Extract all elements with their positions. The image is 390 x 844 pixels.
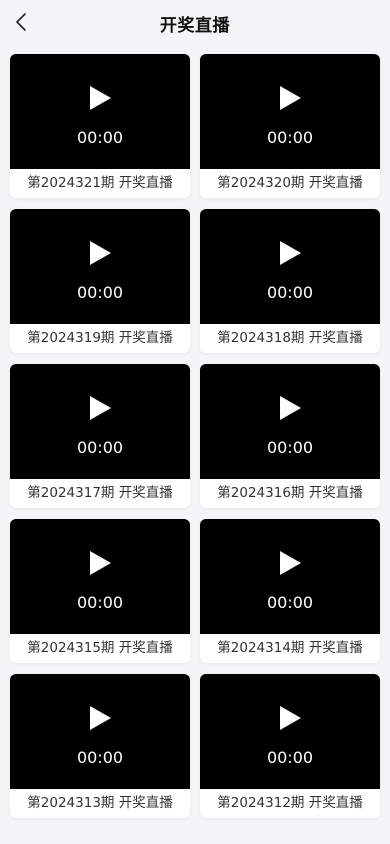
video-caption: 第2024314期 开奖直播 [217, 640, 363, 656]
video-time: 00:00 [76, 438, 124, 457]
video-time: 00:00 [266, 283, 314, 302]
video-grid: 00:00 第2024321期 开奖直播 00:00 第2024320期 开奖直… [10, 54, 380, 818]
video-card[interactable]: 00:00 第2024319期 开奖直播 [10, 209, 190, 353]
video-time: 00:00 [76, 128, 124, 147]
video-caption: 第2024312期 开奖直播 [217, 795, 363, 811]
video-caption: 第2024317期 开奖直播 [27, 485, 173, 501]
video-caption: 第2024321期 开奖直播 [27, 175, 173, 191]
page-title: 开奖直播 [160, 16, 230, 36]
video-card[interactable]: 00:00 第2024315期 开奖直播 [10, 519, 190, 663]
video-player[interactable]: 00:00 [200, 674, 380, 789]
video-time: 00:00 [76, 283, 124, 302]
video-player[interactable]: 00:00 [200, 364, 380, 479]
video-player[interactable]: 00:00 [10, 519, 190, 634]
top-bar: 开奖直播 [0, 0, 390, 44]
video-player[interactable]: 00:00 [200, 519, 380, 634]
video-time: 00:00 [76, 748, 124, 767]
play-icon[interactable] [88, 86, 112, 110]
video-card[interactable]: 00:00 第2024321期 开奖直播 [10, 54, 190, 198]
video-time: 00:00 [76, 593, 124, 612]
play-icon[interactable] [278, 396, 302, 420]
video-caption: 第2024316期 开奖直播 [217, 485, 363, 501]
video-player[interactable]: 00:00 [10, 674, 190, 789]
video-time: 00:00 [266, 438, 314, 457]
video-player[interactable]: 00:00 [10, 364, 190, 479]
play-icon[interactable] [278, 241, 302, 265]
video-caption: 第2024315期 开奖直播 [27, 640, 173, 656]
video-caption: 第2024319期 开奖直播 [27, 330, 173, 346]
video-card[interactable]: 00:00 第2024317期 开奖直播 [10, 364, 190, 508]
video-card[interactable]: 00:00 第2024316期 开奖直播 [200, 364, 380, 508]
play-icon[interactable] [88, 396, 112, 420]
video-player[interactable]: 00:00 [200, 209, 380, 324]
video-time: 00:00 [266, 593, 314, 612]
play-icon[interactable] [88, 241, 112, 265]
video-card[interactable]: 00:00 第2024312期 开奖直播 [200, 674, 380, 818]
video-caption: 第2024320期 开奖直播 [217, 175, 363, 191]
video-card[interactable]: 00:00 第2024314期 开奖直播 [200, 519, 380, 663]
video-card[interactable]: 00:00 第2024313期 开奖直播 [10, 674, 190, 818]
video-time: 00:00 [266, 128, 314, 147]
play-icon[interactable] [278, 86, 302, 110]
video-time: 00:00 [266, 748, 314, 767]
video-player[interactable]: 00:00 [10, 54, 190, 169]
video-caption: 第2024313期 开奖直播 [27, 795, 173, 811]
video-card[interactable]: 00:00 第2024320期 开奖直播 [200, 54, 380, 198]
play-icon[interactable] [88, 706, 112, 730]
play-icon[interactable] [88, 551, 112, 575]
play-icon[interactable] [278, 706, 302, 730]
video-player[interactable]: 00:00 [10, 209, 190, 324]
video-caption: 第2024318期 开奖直播 [217, 330, 363, 346]
play-icon[interactable] [278, 551, 302, 575]
video-card[interactable]: 00:00 第2024318期 开奖直播 [200, 209, 380, 353]
video-player[interactable]: 00:00 [200, 54, 380, 169]
